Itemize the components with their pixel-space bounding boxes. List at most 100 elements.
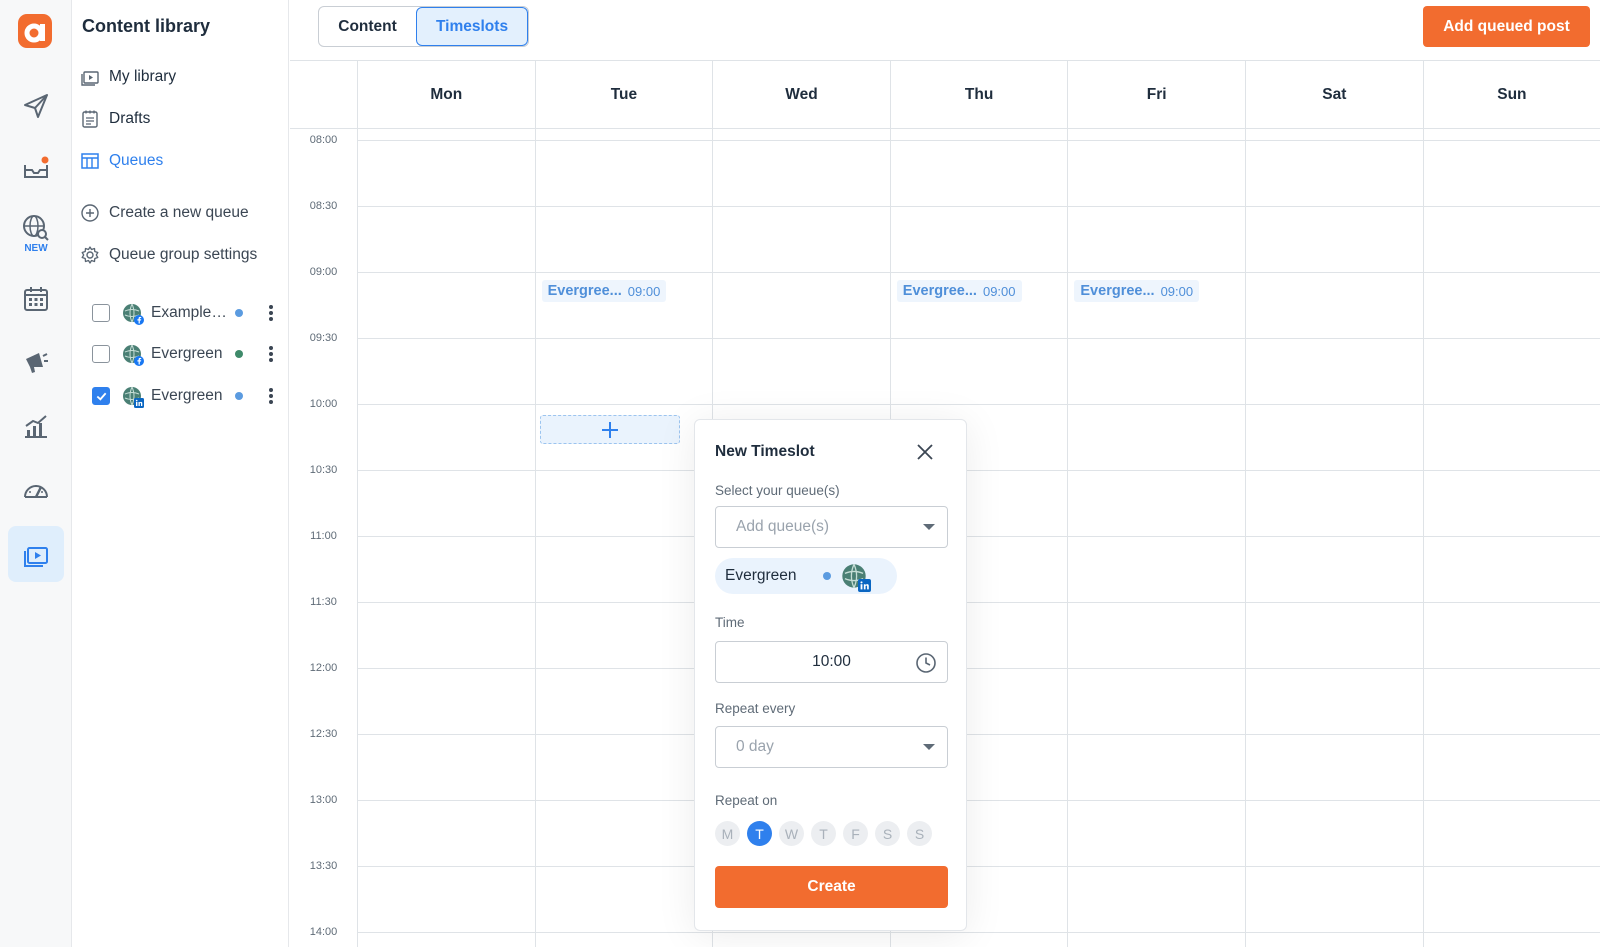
- sidebar-item-queues[interactable]: Queues: [80, 151, 163, 171]
- analytics-icon[interactable]: [18, 408, 54, 444]
- time-row-line: [357, 338, 1600, 339]
- queue-row: Evergreen: [92, 384, 282, 408]
- time-row-line: [357, 404, 1600, 405]
- time-label: 14:00: [309, 926, 338, 938]
- clock-icon: [916, 653, 936, 673]
- repeat-every-select[interactable]: 0 day: [715, 726, 948, 768]
- content-library-sidebar: Content library My library Drafts Queues…: [72, 0, 289, 947]
- queue-avatar: [122, 344, 144, 366]
- weekday-saturday[interactable]: S: [875, 821, 900, 846]
- add-queued-post-button[interactable]: Add queued post: [1423, 6, 1590, 47]
- view-toggle: Content Timeslots: [318, 6, 529, 47]
- queue-select[interactable]: Add queue(s): [715, 506, 948, 548]
- facebook-icon: [134, 315, 144, 325]
- chevron-down-icon: [923, 524, 935, 530]
- queue-name: Evergreen: [151, 345, 223, 362]
- time-label: Time: [715, 615, 745, 630]
- linkedin-icon: [858, 579, 871, 592]
- create-queue-label: Create a new queue: [109, 204, 249, 221]
- timeslot-time: 09:00: [982, 283, 1016, 299]
- column-divider: [357, 61, 358, 947]
- timeslot-name: Evergree...: [902, 283, 977, 299]
- queue-color-dot: [235, 392, 243, 400]
- megaphone-icon[interactable]: [18, 344, 54, 380]
- time-label: 13:30: [309, 860, 338, 872]
- weekday-friday[interactable]: F: [843, 821, 868, 846]
- selected-queue-chip[interactable]: Evergreen: [715, 558, 897, 594]
- gear-icon: [81, 246, 99, 264]
- tab-timeslots[interactable]: Timeslots: [416, 7, 528, 46]
- queue-group-settings-label: Queue group settings: [109, 246, 258, 263]
- time-label: 12:00: [309, 662, 338, 674]
- create-button[interactable]: Create: [715, 866, 948, 908]
- weekday-thursday[interactable]: T: [811, 821, 836, 846]
- queue-checkbox[interactable]: [92, 304, 110, 322]
- calendar-icon[interactable]: [18, 281, 54, 317]
- time-label: 08:30: [309, 200, 338, 212]
- weekday-monday[interactable]: M: [715, 821, 740, 846]
- queue-row: Evergreen: [92, 342, 282, 366]
- logo-icon[interactable]: [18, 14, 52, 48]
- chip-color-dot: [823, 572, 831, 580]
- content-library-icon[interactable]: [8, 526, 64, 582]
- globe-search-icon[interactable]: [18, 210, 54, 246]
- time-label: 12:30: [309, 728, 338, 740]
- queue-checkbox[interactable]: [92, 387, 110, 405]
- plus-icon: [602, 421, 618, 438]
- repeat-every-value: 0 day: [736, 738, 774, 755]
- queue-color-dot: [235, 309, 243, 317]
- timeslot-name: Evergree...: [547, 283, 622, 299]
- weekday-tuesday[interactable]: T: [747, 821, 772, 846]
- time-input[interactable]: 10:00: [715, 641, 948, 683]
- timeslot-chip[interactable]: Evergree... 09:00: [1074, 280, 1200, 302]
- sidebar-item-my-library[interactable]: My library: [80, 67, 176, 87]
- sidebar-item-drafts[interactable]: Drafts: [80, 109, 150, 129]
- weekday-wednesday[interactable]: W: [779, 821, 804, 846]
- day-header-thu: Thu: [889, 61, 1068, 128]
- weekday-sunday[interactable]: S: [907, 821, 932, 846]
- chip-label: Evergreen: [725, 567, 797, 584]
- queue-more-icon[interactable]: [269, 346, 273, 362]
- facebook-icon: [134, 356, 144, 366]
- time-label: 09:30: [309, 332, 338, 344]
- timeslot-name: Evergree...: [1080, 283, 1155, 299]
- sidebar-item-label: Drafts: [109, 110, 151, 127]
- column-divider: [534, 61, 536, 947]
- plus-circle-icon: [81, 204, 99, 222]
- time-row-line: [357, 866, 1600, 867]
- queues-icon: [81, 153, 99, 169]
- inbox-icon[interactable]: [18, 150, 54, 186]
- queue-group-settings-button[interactable]: Queue group settings: [80, 245, 257, 265]
- queue-more-icon[interactable]: [269, 305, 273, 321]
- checkmark-icon: [96, 392, 106, 401]
- queue-checkbox[interactable]: [92, 345, 110, 363]
- time-row-line: [357, 602, 1600, 603]
- queue-more-icon[interactable]: [269, 388, 273, 404]
- create-queue-button[interactable]: Create a new queue: [80, 203, 249, 223]
- close-icon[interactable]: [913, 440, 937, 464]
- chevron-down-icon: [923, 744, 935, 750]
- day-header-wed: Wed: [712, 61, 890, 128]
- sidebar-item-label: My library: [109, 68, 177, 85]
- time-row-line: [357, 932, 1600, 933]
- add-timeslot-placeholder[interactable]: [540, 415, 680, 444]
- timeslot-chip[interactable]: Evergree... 09:00: [541, 280, 667, 302]
- time-label: 13:00: [309, 794, 338, 806]
- day-header-tue: Tue: [534, 61, 713, 128]
- time-value: 10:00: [812, 653, 851, 670]
- time-row-line: [357, 272, 1600, 273]
- send-icon[interactable]: [18, 88, 54, 124]
- time-label: 10:30: [309, 464, 338, 476]
- queue-avatar: [122, 303, 144, 325]
- column-divider: [1067, 61, 1069, 947]
- linkedin-icon: [134, 398, 144, 408]
- time-label: 11:00: [310, 530, 337, 542]
- tab-content[interactable]: Content: [319, 7, 416, 46]
- time-row-line: [357, 668, 1600, 669]
- time-label: 08:00: [309, 134, 338, 146]
- sidebar-title: Content library: [82, 16, 211, 36]
- queue-avatar: [122, 386, 144, 408]
- time-row-line: [357, 206, 1600, 207]
- dashboard-gauge-icon[interactable]: [18, 472, 54, 508]
- timeslot-chip[interactable]: Evergree... 09:00: [896, 280, 1022, 302]
